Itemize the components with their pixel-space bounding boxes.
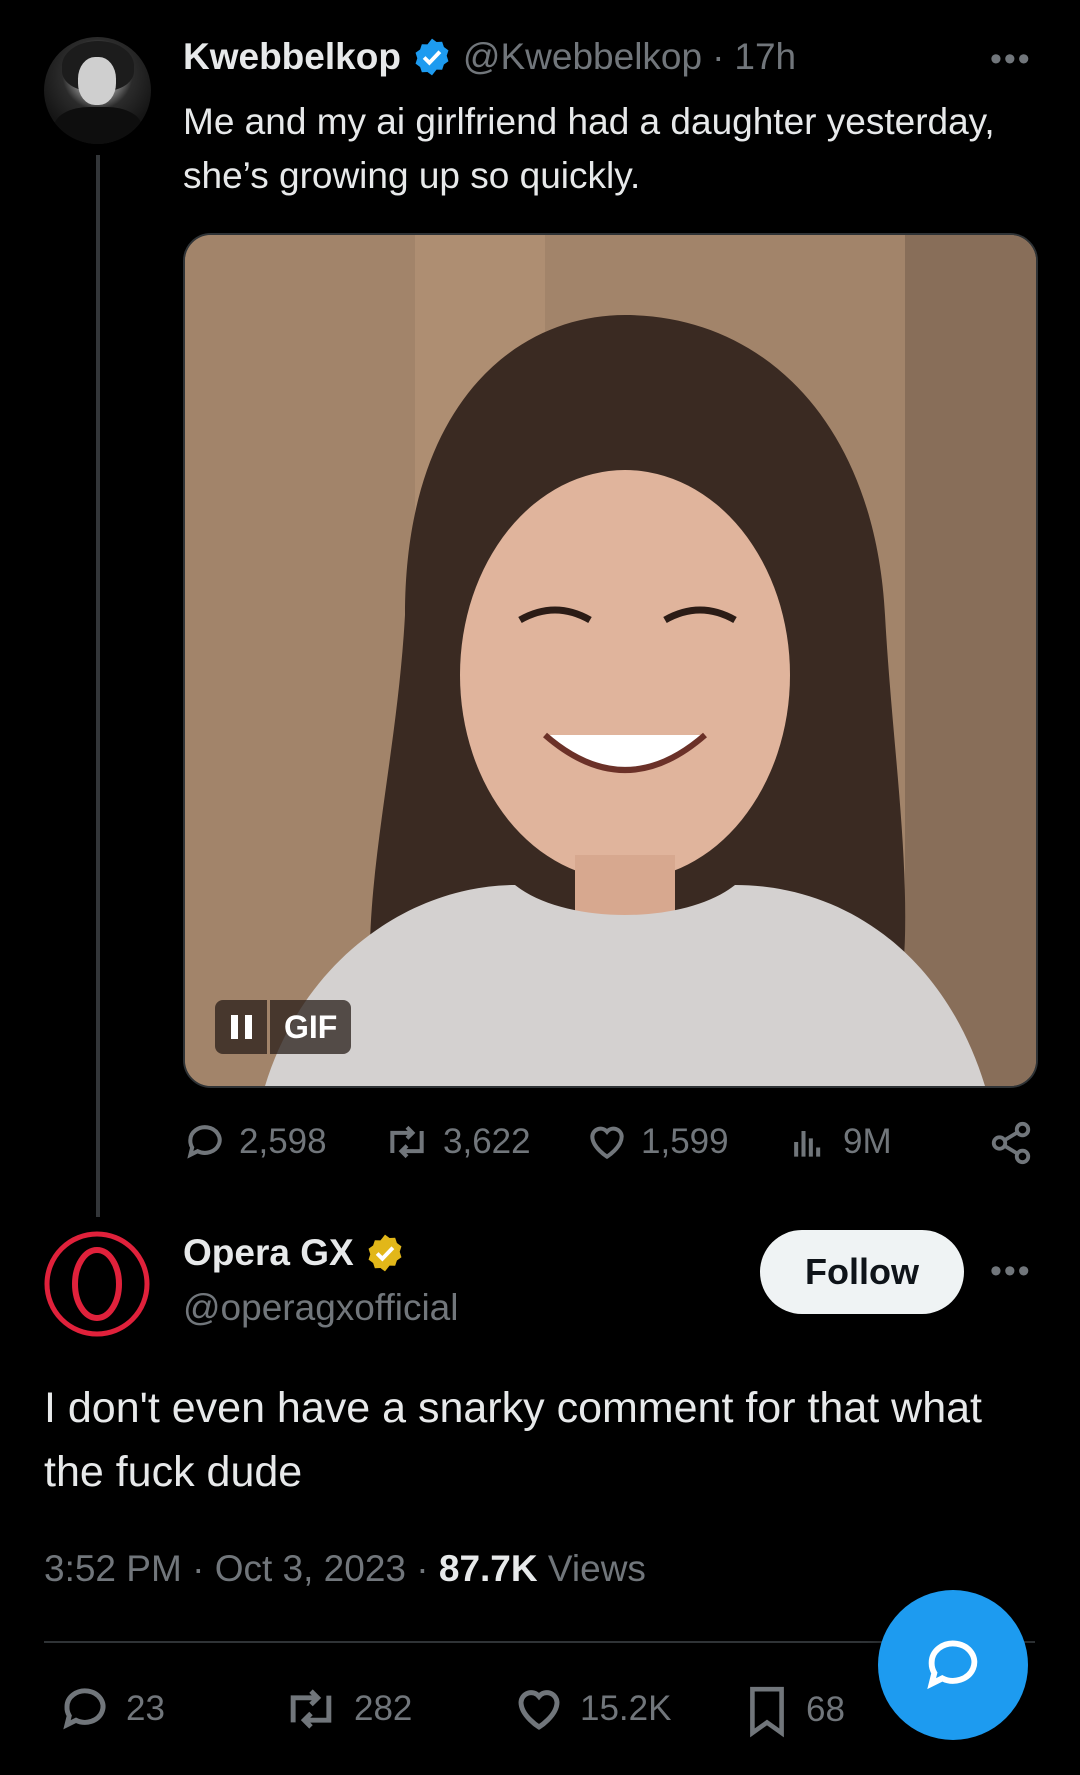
post-date[interactable]: Oct 3, 2023 xyxy=(215,1548,406,1589)
reply-header: Opera GX xyxy=(183,1232,406,1274)
tweet-text: Me and my ai girlfriend had a daughter y… xyxy=(183,101,995,196)
retweet-count: 3,622 xyxy=(443,1122,531,1161)
share-icon xyxy=(991,1121,1031,1165)
reply-reply-count: 23 xyxy=(126,1689,165,1728)
follow-button[interactable]: Follow xyxy=(760,1230,964,1314)
gold-check-icon xyxy=(368,1234,402,1272)
tweet-media-gif[interactable] xyxy=(183,233,1038,1088)
share-button[interactable] xyxy=(988,1120,1034,1171)
author-name[interactable]: Kwebbelkop xyxy=(183,36,401,78)
reply-retweet-count: 282 xyxy=(354,1689,413,1728)
reply-count: 2,598 xyxy=(239,1122,327,1161)
retweet-button[interactable]: 3,622 xyxy=(383,1120,531,1164)
reply-reply-button[interactable]: 23 xyxy=(58,1682,165,1736)
gif-image xyxy=(185,235,1036,1086)
post-time[interactable]: 3:52 PM xyxy=(44,1548,182,1589)
time-separator: · xyxy=(712,36,725,77)
reply-author-handle[interactable]: @operagxofficial xyxy=(183,1287,458,1329)
blue-check-icon xyxy=(415,38,449,76)
bookmark-button[interactable]: 68 xyxy=(742,1682,845,1738)
reply-like-button[interactable]: 15.2K xyxy=(512,1682,671,1736)
reply-compose-icon xyxy=(927,1640,978,1690)
reply-icon xyxy=(187,1125,222,1159)
views-total: 87.7K xyxy=(438,1548,538,1589)
reply-icon xyxy=(63,1688,106,1730)
retweet-icon xyxy=(290,1689,332,1729)
gif-label: GIF xyxy=(270,1000,352,1054)
like-count: 1,599 xyxy=(641,1122,729,1161)
heart-icon xyxy=(590,1126,624,1160)
reply-like-count: 15.2K xyxy=(580,1689,672,1728)
avatar-opera-gx[interactable] xyxy=(43,1230,151,1338)
reply-retweet-button[interactable]: 282 xyxy=(282,1682,412,1736)
tweet-meta: 3:52 PM · Oct 3, 2023 · 87.7K Views xyxy=(44,1548,646,1590)
like-button[interactable]: 1,599 xyxy=(585,1120,729,1164)
gif-controls[interactable]: GIF xyxy=(215,1000,352,1054)
reply-author-name[interactable]: Opera GX xyxy=(183,1232,354,1274)
thread-line xyxy=(96,155,100,1217)
avatar-kwebbelkop[interactable] xyxy=(44,37,151,144)
views-button[interactable]: 9M xyxy=(787,1120,892,1164)
compose-reply-button[interactable] xyxy=(878,1590,1028,1740)
reply-button[interactable]: 2,598 xyxy=(183,1120,327,1164)
views-count: 9M xyxy=(843,1122,892,1161)
views-label: Views xyxy=(547,1548,646,1589)
meta-separator: · xyxy=(192,1548,205,1589)
opera-logo-icon xyxy=(44,1231,150,1337)
retweet-icon xyxy=(390,1125,424,1159)
author-handle[interactable]: @Kwebbelkop xyxy=(463,36,702,78)
meta-separator: · xyxy=(416,1548,429,1589)
reply-more-options-icon[interactable]: ••• xyxy=(990,1252,1032,1291)
bookmark-count: 68 xyxy=(806,1690,845,1729)
tweet-header: Kwebbelkop @Kwebbelkop · 17h xyxy=(183,36,796,78)
more-options-icon[interactable]: ••• xyxy=(990,40,1032,79)
pause-icon[interactable] xyxy=(215,1000,267,1054)
reply-text: I don't even have a snarky comment for t… xyxy=(44,1384,982,1496)
bookmark-icon xyxy=(750,1686,784,1738)
views-chart-icon xyxy=(794,1131,821,1157)
heart-icon xyxy=(518,1690,560,1730)
tweet-time[interactable]: 17h xyxy=(734,36,796,78)
